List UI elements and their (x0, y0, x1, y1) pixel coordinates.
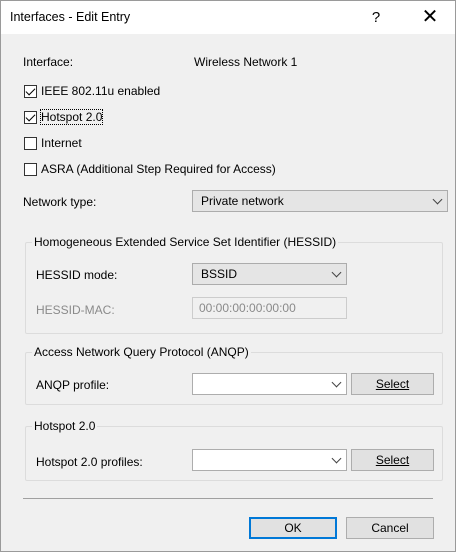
anqp-select-button[interactable]: Select (351, 373, 434, 395)
anqp-group-title: Access Network Query Protocol (ANQP) (32, 345, 251, 359)
interface-value: Wireless Network 1 (194, 55, 298, 69)
checkbox-checked-icon (24, 110, 37, 124)
asra-label: ASRA (Additional Step Required for Acces… (41, 162, 276, 176)
hotspot-select-button[interactable]: Select (351, 449, 434, 471)
anqp-profile-label: ANQP profile: (36, 378, 110, 392)
title-bar: Interfaces - Edit Entry ? ✕ (1, 1, 455, 34)
hessid-group-title: Homogeneous Extended Service Set Identif… (32, 235, 339, 249)
hessid-mac-field[interactable]: 00:00:00:00:00:00 (192, 297, 347, 319)
checkbox-checked-icon (24, 84, 37, 98)
hotspot-profiles-label: Hotspot 2.0 profiles: (36, 455, 143, 469)
ok-button[interactable]: OK (249, 517, 337, 539)
checkbox-unchecked-icon (24, 162, 37, 176)
hotspot-20-checkbox[interactable]: Hotspot 2.0 (24, 108, 104, 126)
network-type-dropdown[interactable]: Private network (192, 190, 448, 212)
anqp-select-label: Select (375, 377, 410, 391)
hessid-mode-value: BSSID (201, 267, 238, 281)
chevron-down-icon (427, 191, 447, 211)
ieee-80211u-checkbox[interactable]: IEEE 802.11u enabled (24, 82, 160, 100)
edit-entry-dialog: Interfaces - Edit Entry ? ✕ Interface: W… (0, 0, 456, 552)
chevron-down-icon (326, 264, 346, 284)
chevron-down-icon (326, 374, 346, 394)
chevron-down-icon (326, 450, 346, 470)
hotspot-profiles-dropdown[interactable] (192, 449, 347, 471)
hessid-mode-label: HESSID mode: (36, 268, 118, 282)
window-title: Interfaces - Edit Entry (10, 10, 131, 24)
hessid-mac-label: HESSID-MAC: (36, 303, 115, 317)
footer-separator (23, 498, 433, 499)
interface-label: Interface: (23, 55, 74, 69)
close-button[interactable]: ✕ (407, 1, 453, 34)
ieee-80211u-label: IEEE 802.11u enabled (41, 84, 161, 98)
hessid-group: Homogeneous Extended Service Set Identif… (25, 235, 443, 334)
internet-checkbox[interactable]: Internet (24, 134, 82, 152)
internet-label: Internet (41, 136, 82, 150)
network-type-label: Network type: (23, 195, 97, 209)
hotspot-group-title: Hotspot 2.0 (32, 419, 98, 433)
hessid-mode-dropdown[interactable]: BSSID (192, 263, 347, 285)
hotspot-20-label: Hotspot 2.0 (39, 109, 104, 125)
cancel-button[interactable]: Cancel (346, 517, 434, 539)
hotspot-select-label: Select (375, 453, 410, 467)
anqp-profile-dropdown[interactable] (192, 373, 347, 395)
help-button[interactable]: ? (353, 1, 399, 34)
network-type-value: Private network (201, 194, 284, 208)
asra-checkbox[interactable]: ASRA (Additional Step Required for Acces… (24, 160, 276, 178)
checkbox-unchecked-icon (24, 136, 37, 150)
